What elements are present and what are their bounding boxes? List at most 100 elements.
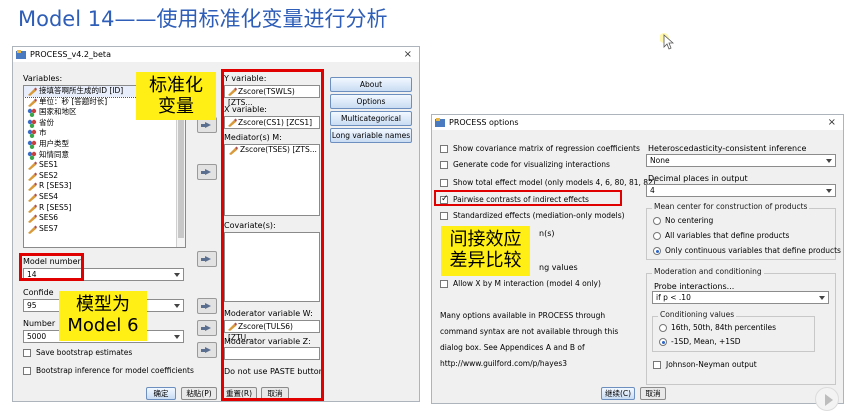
nominal-icon xyxy=(27,119,37,128)
move-to-mediator-arrow-icon[interactable] xyxy=(197,251,217,267)
move-to-x-arrow-icon[interactable] xyxy=(197,164,217,180)
highlight-variables-panel xyxy=(221,69,324,401)
show-total-effect-checkbox[interactable]: Show total effect model (only models 4, … xyxy=(440,178,656,188)
probe-select[interactable]: if p < .10 xyxy=(652,291,829,304)
show-covariance-label: Show covariance matrix of regression coe… xyxy=(453,144,640,153)
close-icon[interactable]: × xyxy=(404,47,412,62)
options-button[interactable]: Options xyxy=(330,94,412,109)
process-dialog-title: PROCESS_v4.2_beta xyxy=(30,50,111,59)
chevron-down-icon xyxy=(174,304,180,308)
spss-app-icon xyxy=(435,118,445,127)
long-variable-names-button[interactable]: Long variable names xyxy=(330,128,412,143)
no-centering-radio[interactable]: No centering xyxy=(653,216,713,226)
variable-list-item[interactable]: 知情同意 xyxy=(24,150,185,161)
continuous-only-radio[interactable]: Only continuous variables that define pr… xyxy=(653,246,841,256)
callout-model: 模型为 Model 6 xyxy=(59,291,147,341)
chevron-down-icon xyxy=(819,296,825,300)
sd-mean-label: -1SD, Mean, +1SD xyxy=(671,337,741,346)
slide-title: Model 14——使用标准化变量进行分析 xyxy=(18,7,388,31)
ok-button[interactable]: 确定 xyxy=(146,387,176,400)
variable-label: SES2 xyxy=(39,170,59,180)
johnson-neyman-checkbox[interactable]: Johnson-Neyman output xyxy=(653,360,757,370)
variable-list-item[interactable]: 用户类型 xyxy=(24,139,185,150)
syntax-note: Many options available in PROCESS throug… xyxy=(440,311,619,368)
decimal-places-value: 4 xyxy=(650,186,655,195)
variable-label: R [SES5] xyxy=(39,202,72,212)
probe-label: Probe interactions... xyxy=(654,282,735,291)
checkbox-box xyxy=(440,179,448,187)
about-button[interactable]: About xyxy=(330,77,412,92)
variable-label: SES7 xyxy=(39,223,59,233)
sd-mean-radio[interactable]: -1SD, Mean, +1SD xyxy=(659,337,741,347)
variable-label: SES4 xyxy=(39,191,59,201)
callout-pairwise-text: 间接效应 差异比较 xyxy=(449,229,522,271)
paste-button[interactable]: 粘贴(P) xyxy=(181,387,217,400)
percentiles-radio[interactable]: 16th, 50th, 84th percentiles xyxy=(659,323,776,333)
allow-xm-label: Allow X by M interaction (model 4 only) xyxy=(453,279,601,288)
close-icon[interactable]: × xyxy=(828,115,836,130)
save-bootstrap-checkbox[interactable]: Save bootstrap estimates xyxy=(23,348,132,358)
bootstrap-inference-label: Bootstrap inference for model coefficien… xyxy=(36,366,194,375)
variable-list-item[interactable]: R [SES5] xyxy=(24,203,185,214)
variable-list-item[interactable]: R [SES3] xyxy=(24,181,185,192)
all-variables-radio[interactable]: All variables that define products xyxy=(653,231,789,241)
partial-option-text-1: n(s) xyxy=(539,229,555,238)
multicategorical-button[interactable]: Multicategorical xyxy=(330,111,412,126)
continue-button[interactable]: 继续(C) xyxy=(601,387,635,400)
bootstrap-inference-checkbox[interactable]: Bootstrap inference for model coefficien… xyxy=(23,366,194,376)
checkbox-box xyxy=(653,361,661,369)
johnson-neyman-label: Johnson-Neyman output xyxy=(666,360,757,369)
show-covariance-checkbox[interactable]: Show covariance matrix of regression coe… xyxy=(440,144,640,154)
checkbox-box xyxy=(440,280,448,288)
no-centering-label: No centering xyxy=(665,216,714,225)
hc-inference-label: Heteroscedasticity-consistent inference xyxy=(648,144,807,153)
standardized-effects-checkbox[interactable]: Standardized effects (mediation-only mod… xyxy=(440,211,625,221)
variable-list-item[interactable]: SES7 xyxy=(24,224,185,235)
scale-icon xyxy=(28,193,37,202)
variable-list-item[interactable]: SES2 xyxy=(24,171,185,182)
variable-list-item[interactable]: SES6 xyxy=(24,213,185,224)
continuous-only-label: Only continuous variables that define pr… xyxy=(665,246,841,255)
move-to-moderator-w-arrow-icon[interactable] xyxy=(197,320,217,336)
radio-circle xyxy=(659,324,667,332)
bootstrap-number-value: 5000 xyxy=(27,332,47,341)
options-cancel-button[interactable]: 取消 xyxy=(640,387,666,400)
callout-model-text: 模型为 Model 6 xyxy=(67,294,139,336)
standardized-effects-label: Standardized effects (mediation-only mod… xyxy=(453,211,625,220)
scale-icon xyxy=(28,87,37,96)
mouse-cursor-icon xyxy=(660,33,674,50)
nominal-icon xyxy=(27,130,37,139)
variable-list-item[interactable]: SES4 xyxy=(24,192,185,203)
variables-label: Variables: xyxy=(23,74,63,83)
scale-icon xyxy=(28,98,37,107)
variable-label: 用户类型 xyxy=(39,138,69,148)
mean-center-title: Mean center for construction of products xyxy=(652,202,810,211)
generate-code-label: Generate code for visualizing interactio… xyxy=(453,160,610,169)
process-dialog: PROCESS_v4.2_beta × Variables: 接填答啊所生成的I… xyxy=(12,46,420,402)
bootstrap-number-label: Number xyxy=(23,319,56,328)
confidence-value: 95 xyxy=(27,301,37,310)
decimal-places-select[interactable]: 4 xyxy=(646,184,836,197)
play-icon[interactable] xyxy=(815,387,839,411)
variable-list-item[interactable]: 市 xyxy=(24,128,185,139)
variable-label: 省份 xyxy=(39,117,54,127)
conditioning-title: Conditioning values xyxy=(658,310,737,319)
radio-selected xyxy=(659,338,667,346)
radio-selected xyxy=(653,247,661,255)
options-dialog-title: PROCESS options xyxy=(449,118,519,127)
callout-standardize: 标准化 变量 xyxy=(136,72,216,120)
move-to-moderator-z-arrow-icon[interactable] xyxy=(197,342,217,358)
radio-circle xyxy=(653,232,661,240)
process-dialog-titlebar: PROCESS_v4.2_beta × xyxy=(13,47,419,62)
all-variables-label: All variables that define products xyxy=(665,231,790,240)
variable-list-item[interactable]: SES1 xyxy=(24,160,185,171)
variable-label: 市 xyxy=(39,128,47,138)
move-to-covariate-arrow-icon[interactable] xyxy=(197,298,217,314)
hc-inference-select[interactable]: None xyxy=(646,154,836,167)
variable-label: 接填答啊所生成的ID [ID] xyxy=(39,86,124,95)
variable-label: R [SES3] xyxy=(39,181,72,191)
allow-xm-checkbox[interactable]: Allow X by M interaction (model 4 only) xyxy=(440,279,601,289)
checkbox-box xyxy=(23,367,31,375)
chevron-down-icon xyxy=(826,159,832,163)
generate-code-checkbox[interactable]: Generate code for visualizing interactio… xyxy=(440,160,610,170)
